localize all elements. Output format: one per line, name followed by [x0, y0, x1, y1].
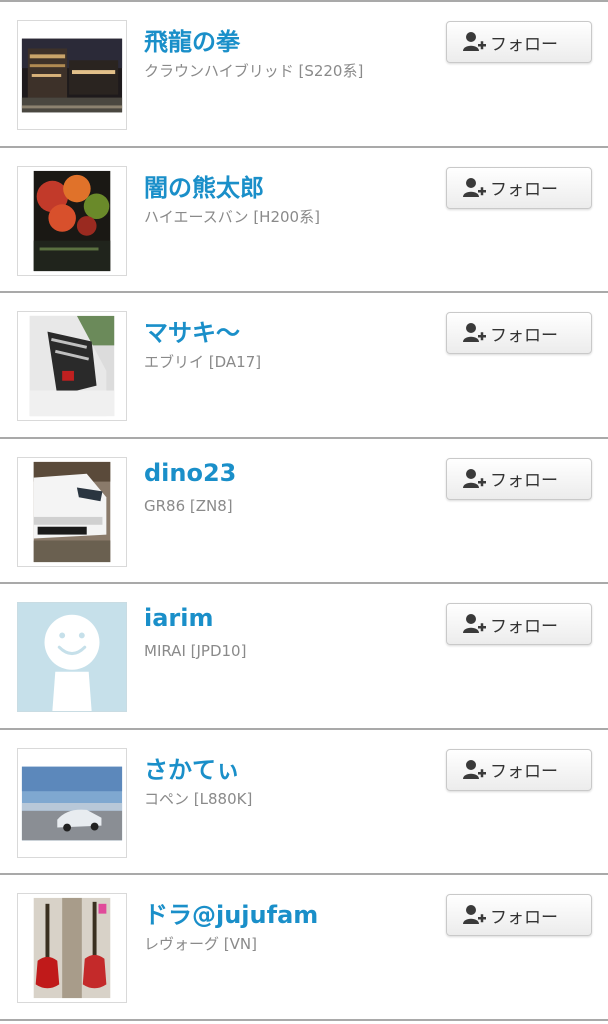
guitars-photo-icon	[18, 894, 126, 1002]
avatar[interactable]	[17, 747, 127, 858]
user-car: レヴォーグ [VN]	[144, 935, 257, 953]
list-item[interactable]: 飛龍の拳 クラウンハイブリッド [S220系] フォロー	[0, 2, 608, 148]
user-name[interactable]: さかてぃ	[144, 750, 240, 785]
user-car: エブリイ [DA17]	[144, 353, 262, 371]
car-by-sea-photo-icon	[18, 748, 126, 857]
follow-button[interactable]: フォロー	[446, 894, 592, 936]
list-item[interactable]: iarim MIRAI [JPD10] フォロー	[0, 584, 608, 730]
user-name[interactable]: マサキ〜	[144, 313, 240, 348]
white-car-front-photo-icon	[18, 457, 126, 566]
user-name[interactable]: 闇の熊太郎	[144, 168, 264, 203]
user-car: コペン [L880K]	[144, 789, 253, 808]
user-car: クラウンハイブリッド [S220系]	[144, 62, 364, 80]
follow-label: フォロー	[490, 180, 558, 200]
user-list: 飛龍の拳 クラウンハイブリッド [S220系] フォロー 闇の熊太郎 ハイエース…	[0, 0, 608, 1024]
list-item[interactable]: 闇の熊太郎 ハイエースバン [H200系] フォロー	[0, 147, 608, 293]
user-car: ハイエースバン [H200系]	[144, 207, 320, 226]
night-street-photo-icon	[18, 21, 126, 129]
user-name[interactable]: dino23	[144, 459, 236, 487]
follow-button[interactable]: フォロー	[446, 21, 592, 63]
follow-label: フォロー	[490, 471, 558, 491]
follow-label: フォロー	[490, 907, 558, 928]
list-item[interactable]: さかてぃ コペン [L880K] フォロー	[0, 729, 608, 875]
user-name[interactable]: ドラ@jujufam	[144, 895, 318, 930]
follow-button[interactable]: フォロー	[446, 457, 592, 500]
follow-label: フォロー	[490, 34, 558, 55]
follow-button[interactable]: フォロー	[446, 603, 592, 645]
user-car: MIRAI [JPD10]	[144, 642, 247, 660]
follow-label: フォロー	[490, 616, 558, 637]
follow-label: フォロー	[490, 762, 558, 782]
car-interior-rollcage-photo-icon	[18, 312, 126, 420]
list-item[interactable]: マサキ〜 エブリイ [DA17] フォロー	[0, 293, 608, 439]
user-name[interactable]: iarim	[144, 604, 214, 632]
avatar[interactable]	[17, 456, 127, 567]
add-user-icon	[461, 320, 487, 346]
list-item[interactable]: ドラ@jujufam レヴォーグ [VN] フォロー	[0, 875, 608, 1021]
add-user-icon	[461, 466, 487, 492]
autumn-leaves-photo-icon	[18, 166, 126, 275]
add-user-icon	[461, 29, 487, 55]
list-item[interactable]: dino23 GR86 [ZN8] フォロー	[0, 438, 608, 584]
default-smiley-avatar-icon	[18, 603, 126, 711]
avatar[interactable]	[17, 165, 127, 276]
add-user-icon	[461, 611, 487, 637]
add-user-icon	[461, 757, 487, 783]
add-user-icon	[461, 175, 487, 201]
avatar[interactable]	[17, 20, 127, 130]
follow-label: フォロー	[490, 325, 558, 346]
user-car: GR86 [ZN8]	[144, 496, 233, 515]
avatar[interactable]	[17, 311, 127, 421]
add-user-icon	[461, 902, 487, 928]
follow-button[interactable]: フォロー	[446, 166, 592, 209]
follow-button[interactable]: フォロー	[446, 312, 592, 354]
follow-button[interactable]: フォロー	[446, 748, 592, 791]
avatar[interactable]	[17, 602, 127, 712]
avatar[interactable]	[17, 893, 127, 1003]
user-name[interactable]: 飛龍の拳	[144, 22, 240, 57]
